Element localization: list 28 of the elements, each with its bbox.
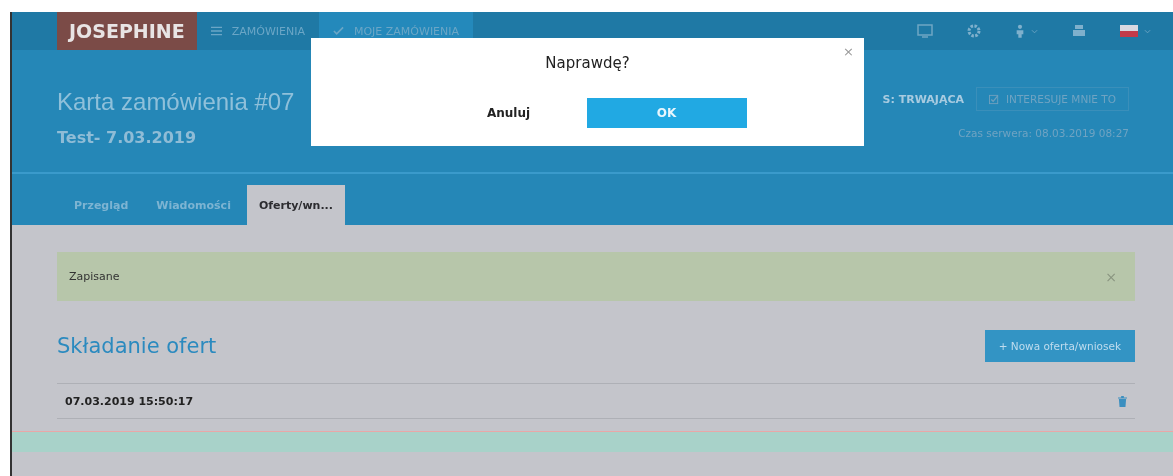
new-offer-button[interactable]: + Nowa oferta/wniosek: [984, 330, 1135, 362]
status-label: S: TRWAJĄCA: [882, 92, 964, 106]
tab[interactable]: Wiadomości: [144, 185, 243, 225]
settings-icon[interactable]: [967, 24, 981, 38]
trash-icon[interactable]: [1118, 395, 1127, 407]
tab[interactable]: Przegląd: [62, 185, 141, 225]
order-title: Karta zamówienia #07: [57, 88, 295, 116]
menu-icon: [210, 26, 222, 36]
check-icon: [332, 26, 344, 36]
close-button[interactable]: ×: [843, 44, 854, 59]
section-title: Składanie ofert: [57, 334, 217, 358]
dialog-title: Naprawdę?: [545, 54, 630, 72]
offer-date: 07.03.2019 15:50:17: [65, 394, 194, 408]
monitor-icon[interactable]: [917, 24, 933, 38]
printer-icon[interactable]: [1072, 24, 1086, 38]
cancel-button[interactable]: Anuluj: [458, 105, 559, 121]
ok-button[interactable]: OK: [586, 98, 747, 128]
nav-item[interactable]: ZAMÓWIENIA: [196, 12, 319, 50]
server-time: Czas serwera: 08.03.2019 08:27: [958, 127, 1129, 139]
interest-button[interactable]: INTERESUJE MNIE TO: [976, 87, 1129, 111]
tab[interactable]: Oferty/wn...: [246, 185, 345, 225]
checkbox-icon: [989, 93, 1000, 105]
alert-text: Zapisane: [69, 270, 120, 283]
logo[interactable]: JOSEPHINE: [57, 12, 197, 50]
flag-icon[interactable]: [1120, 25, 1151, 37]
order-subtitle: Test- 7.03.2019: [57, 128, 198, 147]
user-icon[interactable]: [1015, 23, 1038, 39]
close-button[interactable]: ×: [1099, 267, 1123, 286]
